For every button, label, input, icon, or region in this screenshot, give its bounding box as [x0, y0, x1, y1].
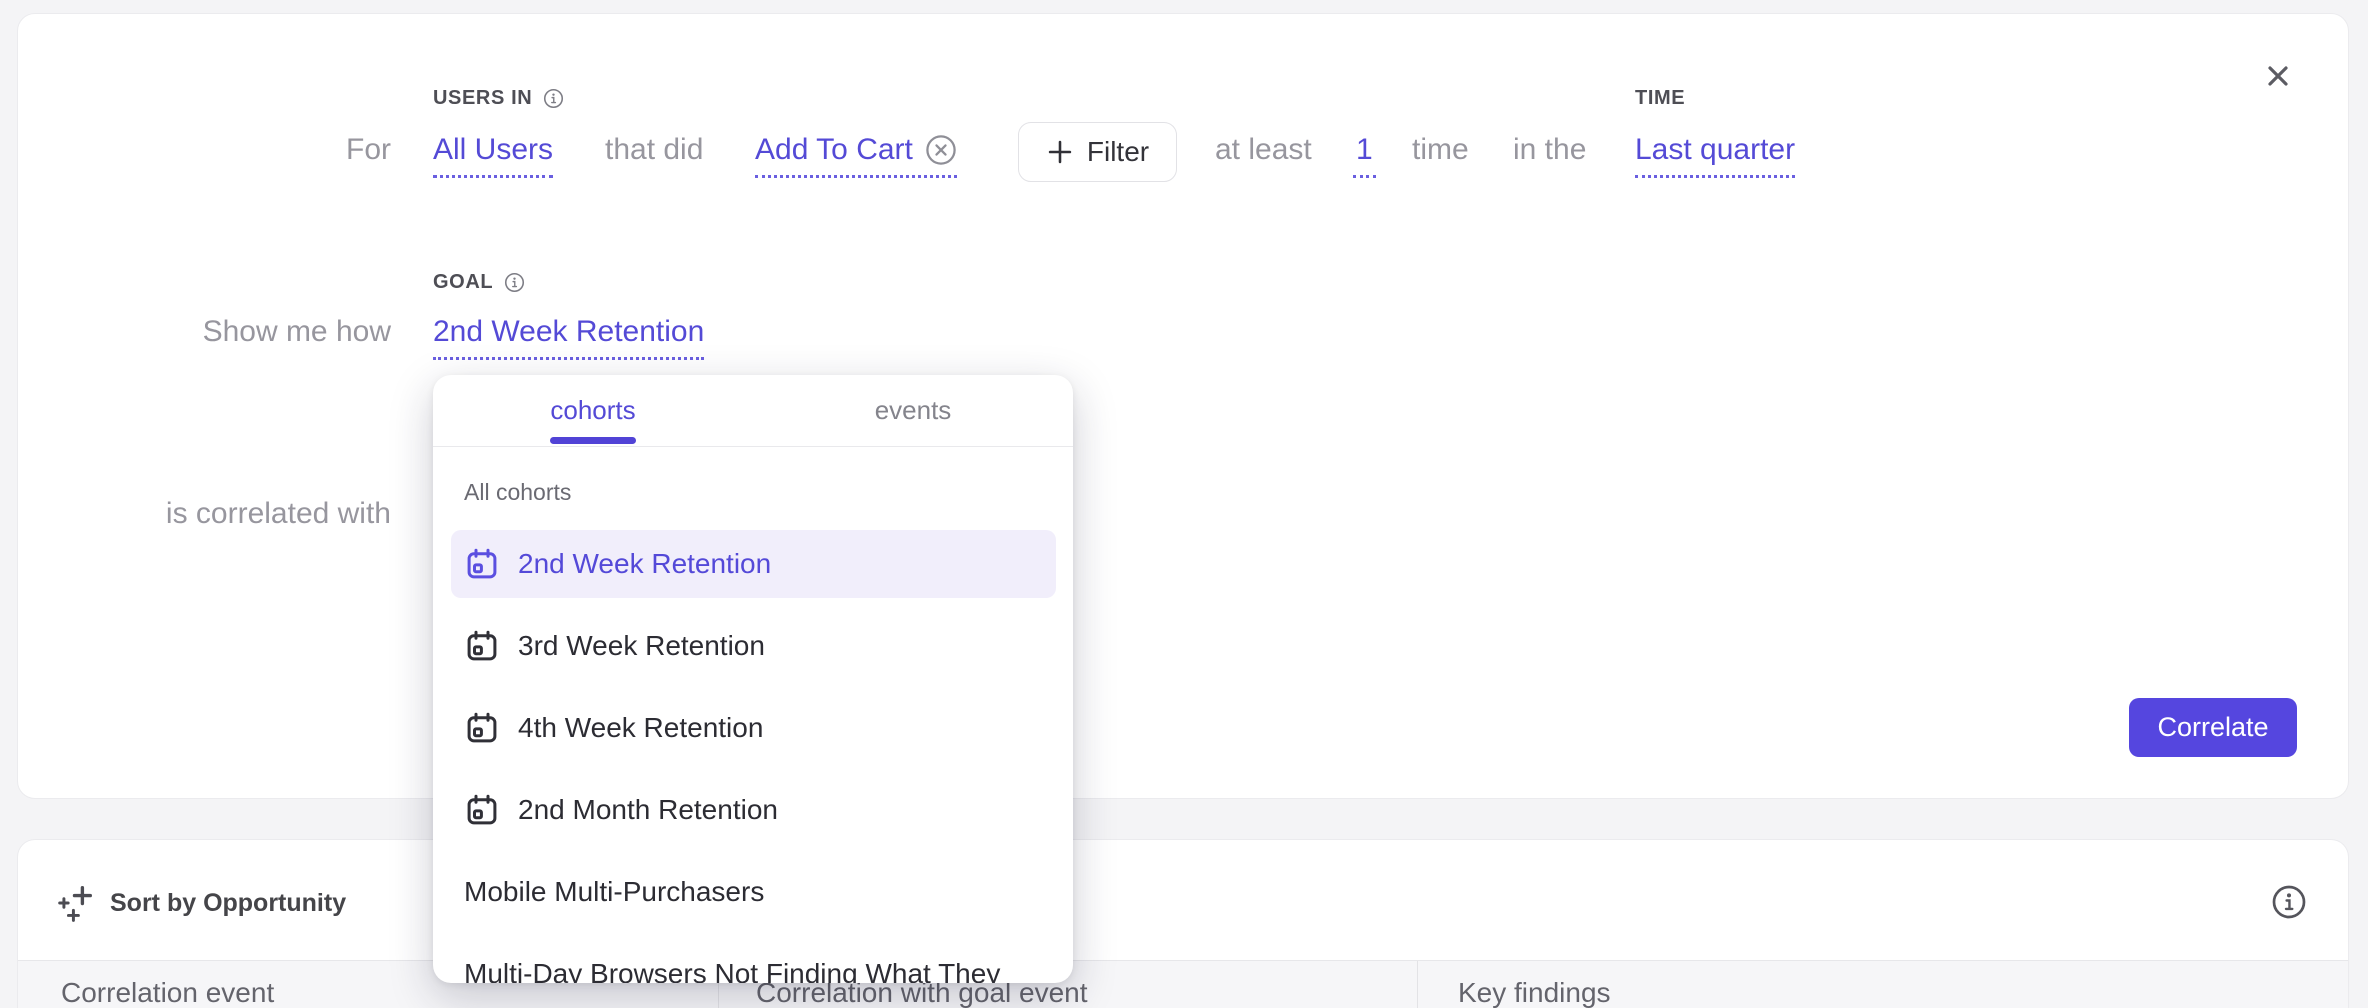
correlation-query-page: USERS IN TIME For All Users that did Add…: [0, 0, 2368, 1008]
close-icon: [2260, 58, 2296, 94]
at-least-text: at least: [1215, 128, 1312, 172]
tab-cohorts[interactable]: cohorts: [433, 375, 753, 446]
all-cohorts-label: All cohorts: [464, 478, 571, 506]
sparkle-sort-icon: [56, 884, 94, 922]
calendar-icon: [464, 792, 500, 828]
filter-button-label: Filter: [1087, 136, 1149, 168]
time-word-text: time: [1412, 128, 1469, 172]
close-button[interactable]: [2258, 56, 2298, 96]
sort-by-opportunity-button[interactable]: Sort by Opportunity: [56, 884, 346, 922]
tab-events[interactable]: events: [753, 375, 1073, 446]
plus-icon: [1046, 138, 1074, 166]
info-icon[interactable]: [543, 88, 564, 109]
dropdown-tabs: cohorts events: [433, 375, 1073, 447]
list-item-label: 4th Week Retention: [518, 712, 763, 744]
goal-value[interactable]: 2nd Week Retention: [433, 310, 704, 360]
results-info-icon[interactable]: [2271, 884, 2307, 920]
time-range-value[interactable]: Last quarter: [1635, 128, 1795, 178]
results-table-header: Correlation event Correlation with goal …: [18, 961, 2348, 1008]
remove-event-icon[interactable]: [925, 134, 957, 166]
calendar-icon: [464, 546, 500, 582]
time-label: TIME: [1635, 86, 1685, 110]
goal-label-text: GOAL: [433, 270, 493, 294]
list-item-label: Mobile Multi-Purchasers: [464, 876, 764, 908]
list-item-label: 2nd Week Retention: [518, 548, 771, 580]
list-item-mobile-multi-purchasers[interactable]: Mobile Multi-Purchasers: [451, 858, 1056, 926]
is-correlated-with-text: is correlated with: [0, 492, 391, 536]
sort-button-label: Sort by Opportunity: [110, 889, 346, 918]
list-item-label: Multi-Day Browsers Not Finding What They: [464, 958, 1000, 983]
users-value[interactable]: All Users: [433, 128, 553, 178]
info-icon[interactable]: [504, 272, 525, 293]
in-the-text: in the: [1513, 128, 1586, 172]
list-item-multi-day-browsers[interactable]: Multi-Day Browsers Not Finding What They: [451, 940, 1056, 983]
goal-label: GOAL: [433, 270, 525, 294]
users-in-label-text: USERS IN: [433, 86, 532, 110]
cohort-picker-dropdown: cohorts events All cohorts 2nd Week Rete…: [433, 375, 1073, 983]
show-me-how-text: Show me how: [0, 310, 391, 354]
event-value[interactable]: Add To Cart: [755, 128, 913, 172]
list-item-3rd-week-retention[interactable]: 3rd Week Retention: [451, 612, 1056, 680]
that-did-text: that did: [605, 128, 703, 172]
list-item-4th-week-retention[interactable]: 4th Week Retention: [451, 694, 1056, 762]
column-header-correlation-event: Correlation event: [61, 977, 274, 1008]
for-text: For: [0, 128, 391, 172]
count-value[interactable]: 1: [1353, 128, 1376, 178]
calendar-icon: [464, 710, 500, 746]
list-item-2nd-week-retention[interactable]: 2nd Week Retention: [451, 530, 1056, 598]
correlate-button[interactable]: Correlate: [2129, 698, 2297, 757]
cohort-list: 2nd Week Retention 3rd Week Retention 4t…: [433, 530, 1073, 983]
column-divider: [1417, 961, 1418, 1008]
list-item-label: 3rd Week Retention: [518, 630, 765, 662]
users-in-label: USERS IN: [433, 86, 564, 110]
calendar-icon: [464, 628, 500, 664]
column-header-key-findings: Key findings: [1458, 977, 1611, 1008]
list-item-2nd-month-retention[interactable]: 2nd Month Retention: [451, 776, 1056, 844]
time-label-text: TIME: [1635, 86, 1685, 110]
add-filter-button[interactable]: Filter: [1018, 122, 1177, 182]
event-value-group[interactable]: Add To Cart: [755, 128, 957, 178]
list-item-label: 2nd Month Retention: [518, 794, 778, 826]
